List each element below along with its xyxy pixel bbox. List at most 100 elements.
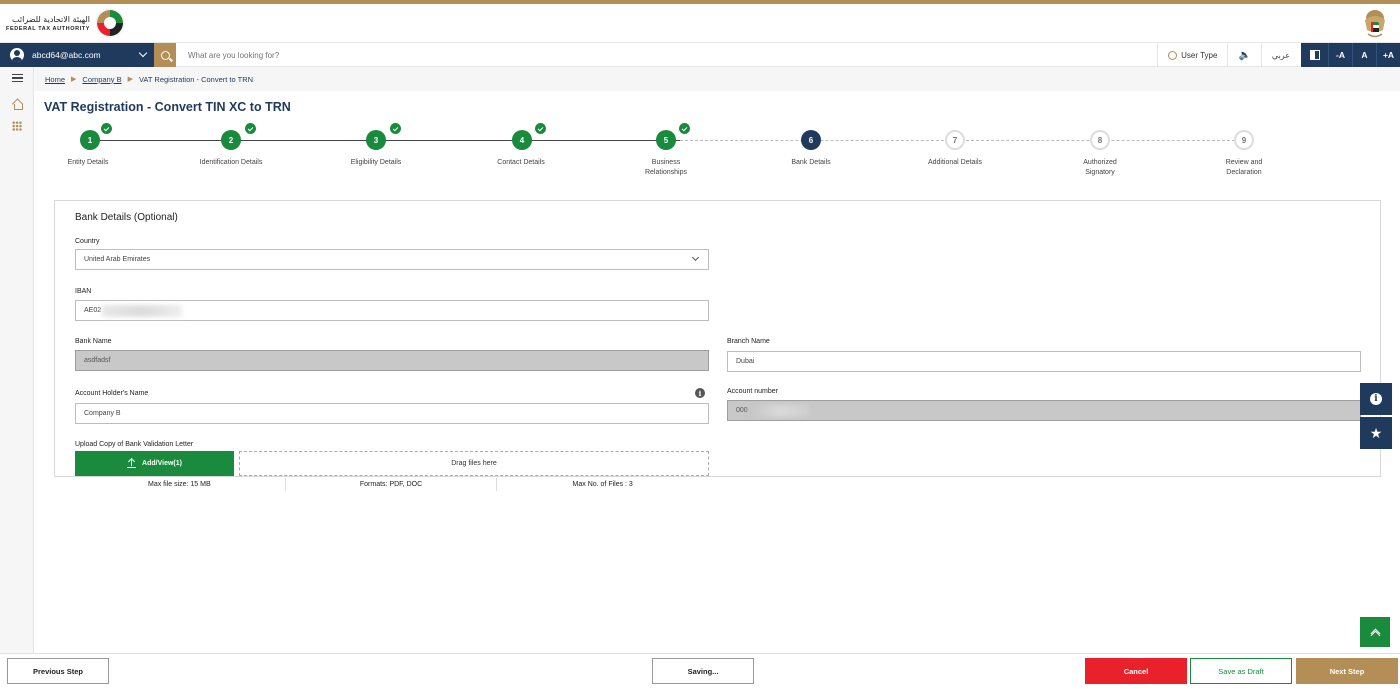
breadcrumb: Home ▶ Company B ▶ VAT Registration - Co… [35,67,1400,91]
max-file-size: Max file size: 15 MB [148,481,211,488]
search-input[interactable] [188,48,588,62]
menu-toggle-button[interactable] [0,67,34,89]
next-step-button[interactable]: Next Step [1296,658,1398,684]
apps-button[interactable] [0,115,34,137]
breadcrumb-current: VAT Registration - Convert to TRN [138,74,254,84]
breadcrumb-home[interactable]: Home [45,75,65,84]
read-aloud-button[interactable]: 🔈 [1227,43,1260,67]
step-6-label: Bank Details [791,159,831,166]
action-footer: Previous Step Saving... Cancel Save as D… [0,653,1400,689]
speaker-icon: 🔈 [1238,49,1251,61]
user-type-icon [1168,50,1178,60]
step-8-label-line1: Authorized [1083,159,1117,166]
account-number-label: Account number [727,388,778,395]
cancel-button[interactable]: Cancel [1085,658,1187,684]
site-header: الهيئة الاتحادية للضرائب FEDERAL TAX AUT… [0,4,1400,42]
language-toggle[interactable]: عربي [1260,43,1300,67]
step-1-check-icon [101,123,112,134]
scroll-to-top-button[interactable] [1360,617,1390,647]
step-2-label: Identification Details [199,159,263,166]
bank-name-label: Bank Name [75,338,112,345]
user-menu[interactable]: abcd64@abc.com [0,43,154,67]
fta-logo-mark-icon [95,8,125,38]
font-increase-button[interactable]: +A [1376,43,1400,67]
iban-label: IBAN [75,288,92,295]
step-3-circle[interactable]: 3 [366,130,386,150]
saving-button[interactable]: Saving... [652,658,754,684]
user-email: abcd64@abc.com [32,50,101,60]
step-5-label: Business Relationships [606,158,726,178]
font-normal-button[interactable]: A [1352,43,1376,67]
home-button[interactable] [0,93,34,115]
file-drop-zone[interactable]: Drag files here [239,451,709,476]
step-9-label: Review and Declaration [1184,158,1304,178]
contrast-toggle[interactable] [1300,43,1328,67]
step-9-circle[interactable]: 9 [1234,130,1254,150]
breadcrumb-company[interactable]: Company B [82,75,121,84]
step-9-label-line1: Review and [1225,159,1263,166]
user-type-selector[interactable]: User Type [1157,43,1227,67]
step-4-label: Contact Details [497,159,545,166]
step-5-circle[interactable]: 5 [656,130,676,150]
step-5-label-line2: Relationships [644,169,688,176]
upload-icon [127,459,137,468]
step-7-circle[interactable]: 7 [945,130,965,150]
toolbar-right: User Type 🔈 عربي -A A +A [1157,43,1400,67]
account-holder-value: Company B [84,410,121,417]
star-icon: ★ [1369,425,1383,441]
redacted-value [102,304,183,317]
search-button[interactable] [154,43,176,67]
step-2-circle[interactable]: 2 [221,130,241,150]
country-select[interactable]: United Arab Emirates [75,249,709,270]
fta-logo[interactable]: الهيئة الاتحادية للضرائب FEDERAL TAX AUT… [6,6,126,40]
uae-emblem-icon [1365,10,1385,38]
country-label: Country [75,238,100,245]
breadcrumb-separator-icon: ▶ [127,76,133,83]
branch-name-label: Branch Name [727,338,770,345]
page-title: VAT Registration - Convert TIN XC to TRN [44,100,291,114]
chevron-down-icon [691,253,700,262]
upload-constraints: Max file size: 15 MB Formats: PDF, DOC M… [74,478,708,491]
account-number-value: 000 [736,407,748,414]
logo-arabic-text: الهيئة الاتحادية للضرائب [12,14,90,24]
iban-value: AE02 [84,307,102,314]
hamburger-icon [11,74,23,82]
step-3-label: Eligibility Details [350,159,402,166]
contrast-icon [1309,50,1320,60]
max-files: Max No. of Files : 3 [496,478,708,491]
info-icon: i [1370,393,1382,405]
help-info-button[interactable]: i [1360,383,1392,415]
account-number-field: 000 [727,400,1361,421]
add-view-label: Add/View(1) [142,460,182,467]
logo-text: الهيئة الاتحادية للضرائب FEDERAL TAX AUT… [6,15,90,32]
step-1-circle[interactable]: 1 [80,130,100,150]
favorites-button[interactable]: ★ [1360,417,1392,449]
step-7-label: Additional Details [927,159,983,166]
redacted-value [748,404,809,417]
step-6-circle[interactable]: 6 [801,130,821,150]
branch-name-field[interactable]: Dubai [727,351,1361,372]
step-9-label-line2: Declaration [1226,169,1262,176]
bank-name-field: asdfadsf [75,350,709,371]
font-decrease-button[interactable]: -A [1328,43,1352,67]
step-3-check-icon [390,123,401,134]
step-4-circle[interactable]: 4 [512,130,532,150]
step-5-label-line1: Business [651,159,681,166]
upload-label: Upload Copy of Bank Validation Letter [75,441,194,448]
section-title: Bank Details (Optional) [75,212,178,223]
step-8-circle[interactable]: 8 [1090,130,1110,150]
grid-icon [12,121,22,131]
home-icon [12,99,23,110]
iban-field[interactable]: AE02 [75,300,709,321]
save-as-draft-button[interactable]: Save as Draft [1190,658,1292,684]
bank-details-panel: Bank Details (Optional) Country United A… [54,200,1381,477]
previous-step-button[interactable]: Previous Step [7,658,109,684]
info-icon[interactable]: i [695,388,705,398]
step-1-label: Entity Details [67,159,109,166]
step-2-check-icon [245,123,256,134]
left-rail [0,67,34,653]
stepper-line-completed [100,140,680,141]
account-holder-field[interactable]: Company B [75,403,709,424]
add-view-button[interactable]: Add/View(1) [75,451,234,476]
search-icon [160,50,170,60]
